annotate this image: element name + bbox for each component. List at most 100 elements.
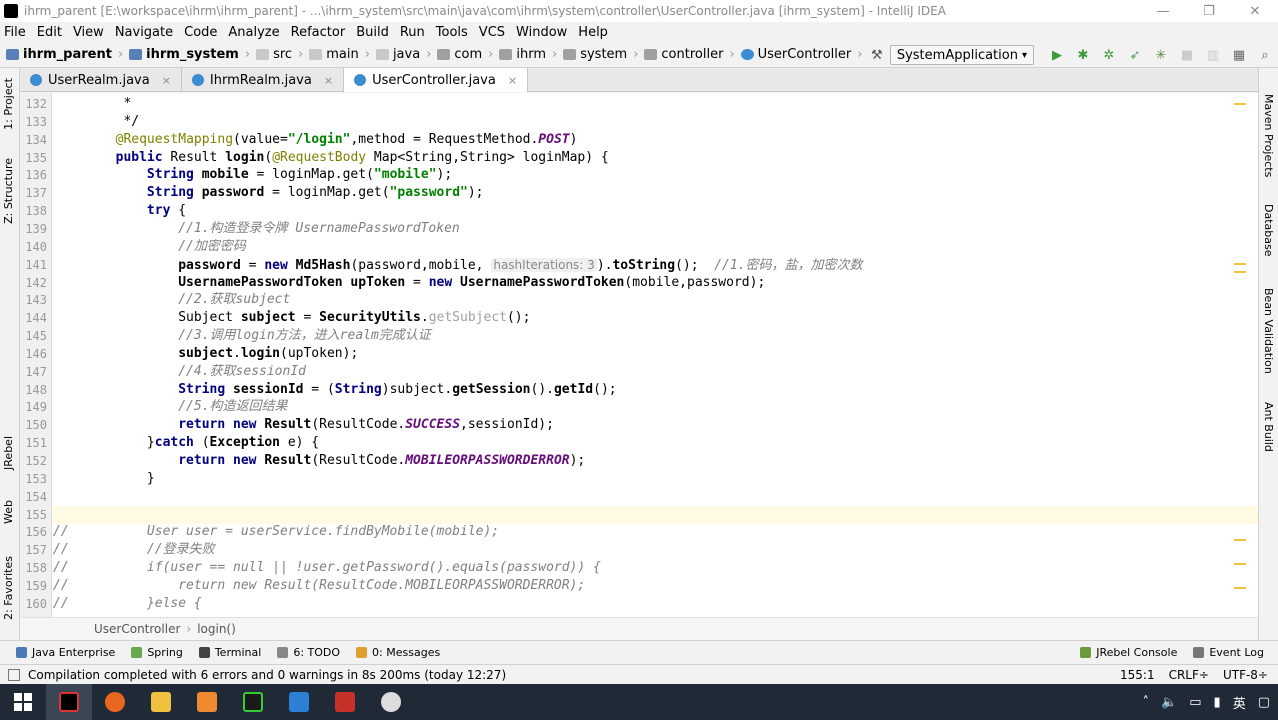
breadcrumb-item[interactable]: src › — [256, 47, 303, 62]
code-area[interactable]: 132 * 133 */134 @RequestMapping(value="/l… — [25, 93, 1258, 617]
tool-window-0-messages[interactable]: 0: Messages — [356, 646, 440, 659]
code-line[interactable]: 148 String sessionId = (String)subject.g… — [25, 381, 1258, 399]
jrebel-run-icon[interactable]: ➶ — [1127, 47, 1143, 63]
menu-code[interactable]: Code — [184, 25, 217, 40]
tool-window-6-todo[interactable]: 6: TODO — [277, 646, 340, 659]
code-line[interactable]: 149 //5.构造返回结果 — [25, 398, 1258, 416]
code-editor[interactable]: 132 * 133 */134 @RequestMapping(value="/l… — [20, 93, 1258, 617]
tool-project[interactable]: 1: Project — [2, 78, 15, 130]
chrome-icon[interactable] — [368, 684, 414, 720]
tab-close-icon[interactable]: × — [508, 74, 517, 87]
menu-build[interactable]: Build — [356, 25, 389, 40]
tab-ihrmrealm-java[interactable]: IhrmRealm.java × — [182, 68, 345, 92]
code-line[interactable]: 143 //2.获取subject — [25, 291, 1258, 309]
search-everywhere-icon[interactable]: ⌕ — [1257, 47, 1273, 63]
menu-help[interactable]: Help — [578, 25, 608, 40]
file-encoding[interactable]: UTF-8÷ — [1223, 668, 1268, 682]
run-configuration-select[interactable]: SystemApplication ▾ — [889, 45, 1034, 65]
maximize-button[interactable]: ❐ — [1186, 0, 1232, 22]
tool-structure[interactable]: Z: Structure — [2, 158, 15, 224]
tool-web[interactable]: Web — [2, 500, 15, 524]
editor-crumb-class[interactable]: UserController — [94, 622, 180, 636]
tool-favorites[interactable]: 2: Favorites — [2, 556, 15, 620]
code-line[interactable]: 137 String password = loginMap.get("pass… — [25, 184, 1258, 202]
tool-window-event-log[interactable]: Event Log — [1193, 646, 1264, 659]
firefox-icon[interactable] — [92, 684, 138, 720]
code-line[interactable]: 140 //加密密码 — [25, 238, 1258, 256]
code-line[interactable]: 134 @RequestMapping(value="/login",metho… — [25, 131, 1258, 149]
status-toggle-icon[interactable] — [8, 668, 20, 681]
code-line[interactable]: 142 UsernamePasswordToken upToken = new … — [25, 274, 1258, 292]
close-button[interactable]: ✕ — [1232, 0, 1278, 22]
debug-icon[interactable]: ✱ — [1075, 47, 1091, 63]
redis-icon[interactable] — [322, 684, 368, 720]
menu-tools[interactable]: Tools — [436, 25, 468, 40]
breadcrumb-item[interactable]: controller › — [644, 47, 735, 62]
terminal-icon[interactable] — [230, 684, 276, 720]
build-hammer-icon[interactable]: ⚒ — [869, 47, 885, 63]
tool-window-terminal[interactable]: Terminal — [198, 646, 261, 659]
menu-view[interactable]: View — [73, 25, 104, 40]
sublime-icon[interactable] — [184, 684, 230, 720]
run-icon[interactable]: ▶ — [1049, 47, 1065, 63]
menu-refactor[interactable]: Refactor — [291, 25, 346, 40]
intellij-icon[interactable] — [46, 684, 92, 720]
chevron-up-icon[interactable]: ˄ — [1143, 695, 1150, 710]
volume-icon[interactable]: 🔈 — [1161, 695, 1177, 710]
code-line[interactable]: 144 Subject subject = SecurityUtils.getS… — [25, 309, 1258, 327]
code-line[interactable]: 150 return new Result(ResultCode.SUCCESS… — [25, 416, 1258, 434]
coverage-icon[interactable]: ✲ — [1101, 47, 1117, 63]
code-line[interactable]: 160 // }else { — [25, 595, 1258, 613]
code-line[interactable]: 151 }catch (Exception e) { — [25, 434, 1258, 452]
menu-vcs[interactable]: VCS — [479, 25, 505, 40]
menu-edit[interactable]: Edit — [37, 25, 62, 40]
code-line[interactable]: 132 * — [25, 95, 1258, 113]
tab-userrealm-java[interactable]: UserRealm.java × — [20, 68, 182, 92]
code-line[interactable]: 146 subject.login(upToken); — [25, 345, 1258, 363]
pause-icon[interactable]: ▥ — [1205, 47, 1221, 63]
code-line[interactable]: 145 //3.调用login方法，进入realm完成认证 — [25, 327, 1258, 345]
tool-jrebel[interactable]: JRebel — [2, 436, 15, 470]
code-line[interactable]: 152 return new Result(ResultCode.MOBILEO… — [25, 452, 1258, 470]
breadcrumb-item[interactable]: ihrm_parent › — [6, 47, 123, 62]
code-line[interactable]: 156 // User user = userService.findByMobi… — [25, 523, 1258, 541]
breadcrumb-item[interactable]: ihrm_system › — [129, 47, 250, 62]
status-message[interactable]: Compilation completed with 6 errors and … — [28, 668, 506, 682]
menu-analyze[interactable]: Analyze — [228, 25, 279, 40]
stop-icon[interactable]: ■ — [1179, 47, 1195, 63]
jrebel-debug-icon[interactable]: ✳ — [1153, 47, 1169, 63]
input-method-label[interactable]: 英 — [1233, 693, 1246, 712]
code-line[interactable]: 155 — [25, 505, 1258, 524]
battery-icon[interactable]: ▮ — [1214, 695, 1221, 710]
breadcrumb-item[interactable]: com › — [437, 47, 493, 62]
menu-window[interactable]: Window — [516, 25, 567, 40]
code-line[interactable]: 154 — [25, 488, 1258, 506]
tool-bean-validation[interactable]: Bean Validation — [1262, 288, 1275, 374]
explorer-icon[interactable] — [138, 684, 184, 720]
tool-window-jrebel-console[interactable]: JRebel Console — [1080, 646, 1177, 659]
code-line[interactable]: 136 String mobile = loginMap.get("mobile… — [25, 166, 1258, 184]
menu-navigate[interactable]: Navigate — [115, 25, 173, 40]
tool-ant-build[interactable]: Ant Build — [1262, 402, 1275, 452]
breadcrumb-item[interactable]: ihrm › — [499, 47, 557, 62]
code-line[interactable]: 135 public Result login(@RequestBody Map… — [25, 149, 1258, 167]
code-line[interactable]: 141 password = new Md5Hash(password,mobi… — [25, 256, 1258, 274]
monitor-icon[interactable] — [276, 684, 322, 720]
breadcrumb-item[interactable]: system › — [563, 47, 638, 62]
caret-position[interactable]: 155:1 — [1120, 668, 1155, 682]
breadcrumb-item[interactable]: java › — [375, 47, 431, 62]
start-icon[interactable] — [0, 684, 46, 720]
code-line[interactable]: 147 //4.获取sessionId — [25, 363, 1258, 381]
menu-run[interactable]: Run — [400, 25, 425, 40]
network-icon[interactable]: ▭ — [1189, 695, 1201, 710]
notification-icon[interactable]: ▢ — [1258, 695, 1270, 710]
code-line[interactable]: 158 // if(user == null || !user.getPasswo… — [25, 559, 1258, 577]
minimize-button[interactable]: — — [1140, 0, 1186, 22]
code-line[interactable]: 133 */ — [25, 113, 1258, 131]
editor-crumb-method[interactable]: login() — [197, 622, 236, 636]
project-structure-icon[interactable]: ▦ — [1231, 47, 1247, 63]
code-line[interactable]: 138 try { — [25, 202, 1258, 220]
breadcrumb-item[interactable]: UserController › — [740, 47, 862, 62]
code-line[interactable]: 139 //1.构造登录令牌 UsernamePasswordToken — [25, 220, 1258, 238]
line-separator[interactable]: CRLF÷ — [1169, 668, 1209, 682]
